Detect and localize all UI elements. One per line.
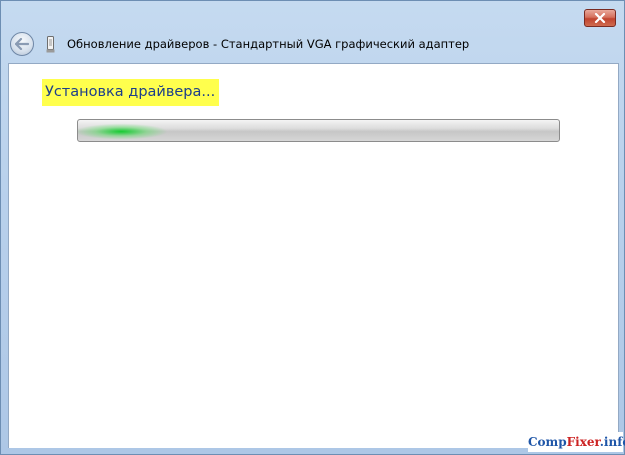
watermark: CompFixer.info bbox=[528, 432, 625, 452]
progress-bar bbox=[77, 119, 560, 142]
close-button[interactable] bbox=[584, 9, 616, 27]
watermark-part-3: .info bbox=[599, 435, 625, 449]
content-panel: Установка драйвера... bbox=[8, 63, 619, 448]
back-arrow-icon bbox=[15, 38, 29, 50]
title-bar[interactable]: Обновление драйверов - Стандартный VGA г… bbox=[1, 1, 624, 63]
watermark-part-1: Comp bbox=[528, 435, 567, 449]
window-title: Обновление драйверов - Стандартный VGA г… bbox=[67, 37, 470, 51]
close-icon bbox=[594, 13, 606, 23]
progress-marquee bbox=[78, 120, 175, 141]
watermark-part-2: Fixer bbox=[566, 435, 600, 449]
driver-update-window: Обновление драйверов - Стандартный VGA г… bbox=[0, 0, 625, 455]
installing-heading: Установка драйвера... bbox=[42, 79, 220, 106]
device-icon bbox=[46, 36, 55, 53]
back-button[interactable] bbox=[10, 32, 34, 56]
